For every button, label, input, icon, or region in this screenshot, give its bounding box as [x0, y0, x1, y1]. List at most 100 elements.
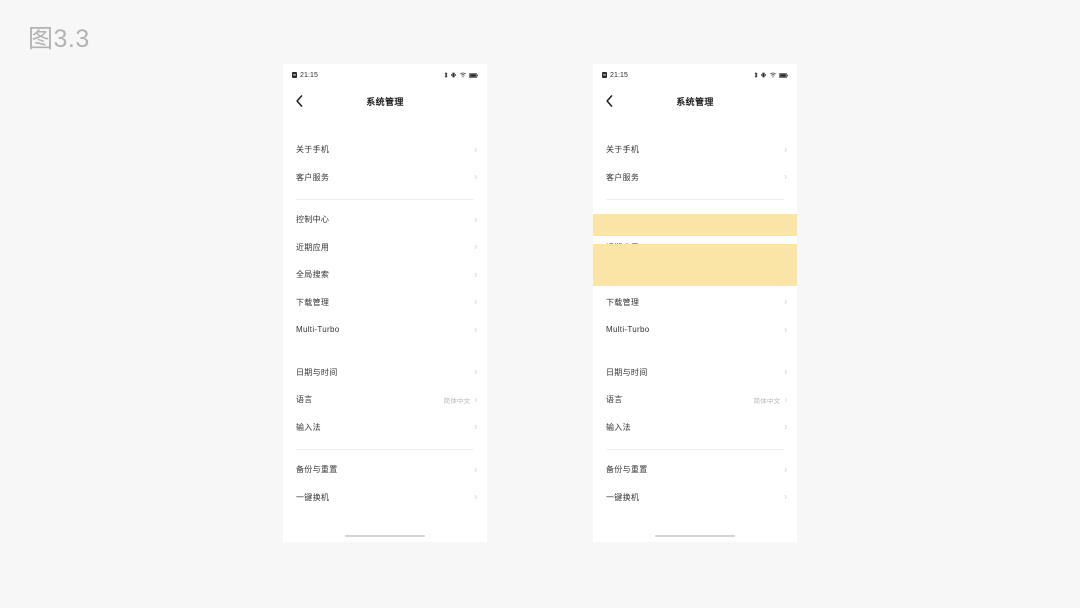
group-separator — [593, 344, 797, 359]
list-item-trailing: › — [784, 323, 787, 335]
list-item[interactable]: 下载管理 › — [283, 289, 487, 317]
list-item[interactable]: 关于手机 › — [593, 136, 797, 164]
list-item[interactable]: 输入法 › — [593, 414, 797, 442]
list-item-value: 简体中文 — [753, 397, 781, 405]
home-indicator — [345, 535, 425, 537]
list-item[interactable]: 近期应用 › — [283, 234, 487, 262]
list-item-label: 输入法 — [606, 422, 631, 432]
list-item-label: 备份与重置 — [296, 465, 338, 475]
chevron-right-icon: › — [784, 463, 787, 475]
chevron-right-icon: › — [784, 366, 787, 378]
chevron-right-icon: › — [474, 366, 477, 378]
list-item[interactable]: 日期与时间 › — [593, 359, 797, 387]
list-item-trailing: › — [474, 491, 477, 503]
chevron-right-icon: › — [474, 491, 477, 503]
group-separator — [593, 191, 797, 206]
list-item[interactable]: 一键换机 › — [593, 484, 797, 512]
list-item[interactable]: 控制中心 › — [283, 206, 487, 234]
group-separator — [283, 441, 487, 456]
status-bar-right — [444, 71, 479, 79]
nav-bar: 系统管理 — [593, 82, 797, 120]
list-item[interactable]: 客户服务 › — [593, 164, 797, 192]
chevron-right-icon: › — [784, 421, 787, 433]
chevron-right-icon: › — [784, 393, 787, 405]
list-item-trailing: › — [474, 242, 477, 252]
list-item-trailing: › — [474, 213, 477, 225]
list-item[interactable]: 下载管理 › — [593, 289, 797, 317]
chevron-right-icon: › — [474, 171, 477, 183]
page-title: 系统管理 — [676, 96, 714, 107]
battery-icon — [469, 72, 478, 78]
list-item[interactable]: 备份与重置 › — [593, 456, 797, 484]
list-item[interactable]: 一键换机 › — [283, 484, 487, 512]
chevron-right-icon: › — [784, 323, 787, 335]
list-item-label: Multi-Turbo — [296, 325, 340, 335]
status-bar: 21:15 — [283, 64, 487, 82]
list-item-label: Multi-Turbo — [606, 325, 650, 335]
bluetooth-icon — [444, 71, 448, 79]
list-item-label: 语言 — [296, 395, 313, 405]
list-item-trailing: › — [784, 143, 787, 155]
settings-list: 关于手机›客户服务›控制中心›近期应用›全局搜索›下载管理›Multi-Turb… — [593, 136, 797, 511]
battery-icon — [779, 72, 788, 78]
list-item[interactable]: 输入法 › — [283, 414, 487, 442]
list-item-label: 下载管理 — [606, 297, 640, 307]
list-item-trailing: › — [784, 172, 787, 182]
group-system-features: 控制中心 › 近期应用 › 全局搜索 › 下载管理 › Multi-Turbo › — [283, 206, 487, 344]
list-item[interactable]: 语言 简体中文 › — [283, 386, 487, 414]
status-bar-right — [754, 71, 789, 79]
do-not-disturb-icon — [292, 72, 297, 78]
list-item-label: 全局搜索 — [296, 270, 330, 280]
do-not-disturb-icon — [602, 72, 607, 78]
spacing-highlight-1 — [593, 214, 797, 236]
chevron-right-icon: › — [474, 268, 477, 280]
wifi-icon — [459, 72, 466, 78]
list-item-trailing: 简体中文 › — [444, 393, 477, 405]
group-separator — [283, 191, 487, 206]
list-item-trailing: › — [474, 463, 477, 475]
list-item-trailing: › — [784, 492, 787, 502]
list-item-label: 日期与时间 — [296, 367, 338, 377]
list-item[interactable]: 日期与时间 › — [283, 359, 487, 387]
list-item[interactable]: 关于手机 › — [283, 136, 487, 164]
chevron-right-icon: › — [474, 213, 477, 225]
list-item-label: 控制中心 — [296, 215, 330, 225]
list-item[interactable]: 语言 简体中文 › — [593, 386, 797, 414]
group-separator — [283, 344, 487, 359]
chevron-right-icon: › — [474, 393, 477, 405]
list-item[interactable]: Multi-Turbo › — [283, 316, 487, 344]
list-item-label: 近期应用 — [296, 242, 330, 252]
chevron-right-icon: › — [474, 143, 477, 155]
list-item-trailing: › — [474, 268, 477, 280]
list-item-label: 备份与重置 — [606, 465, 648, 475]
list-item[interactable]: 全局搜索 › — [283, 261, 487, 289]
list-item[interactable]: 客户服务 › — [283, 164, 487, 192]
list-item[interactable]: Multi-Turbo › — [593, 316, 797, 344]
list-item-trailing: › — [474, 366, 477, 378]
chevron-right-icon: › — [474, 463, 477, 475]
status-bar-left: 21:15 — [602, 71, 628, 80]
group-device: 关于手机 › 客户服务 › — [593, 136, 797, 191]
list-item-trailing: 简体中文 › — [753, 393, 787, 405]
list-top-spacer — [283, 120, 487, 136]
phone-mockup-annotated: 21:15 系统管理 关于手机›客户服务›控制中心›近期应用›全局搜索›下载管理… — [593, 64, 797, 542]
group-locale: 日期与时间 › 语言 简体中文 › 输入法 › — [593, 359, 797, 442]
list-item[interactable]: 备份与重置 › — [283, 456, 487, 484]
figure-caption: 图3.3 — [28, 25, 90, 53]
chevron-left-icon[interactable] — [292, 94, 306, 108]
list-item-label: 一键换机 — [606, 492, 640, 502]
group-separator — [593, 441, 797, 456]
list-item-trailing: › — [474, 297, 477, 307]
list-item-trailing: › — [784, 366, 787, 378]
wifi-icon — [769, 72, 776, 78]
chevron-left-icon[interactable] — [602, 94, 616, 108]
status-bar-time: 21:15 — [300, 71, 319, 79]
list-item-label: 关于手机 — [606, 145, 640, 155]
list-item-label: 输入法 — [296, 422, 321, 432]
chevron-right-icon: › — [784, 143, 787, 155]
list-top-spacer — [593, 120, 797, 136]
chevron-right-icon: › — [784, 296, 787, 308]
group-backup: 备份与重置 › 一键换机 › — [283, 456, 487, 511]
list-item-label: 下载管理 — [296, 297, 330, 307]
phone-mockup-original: 21:15 系统管理 关于手机 › 客户服务 › 控制中心 › 近期应用 › 全局搜索 › 下载管理… — [283, 64, 487, 542]
